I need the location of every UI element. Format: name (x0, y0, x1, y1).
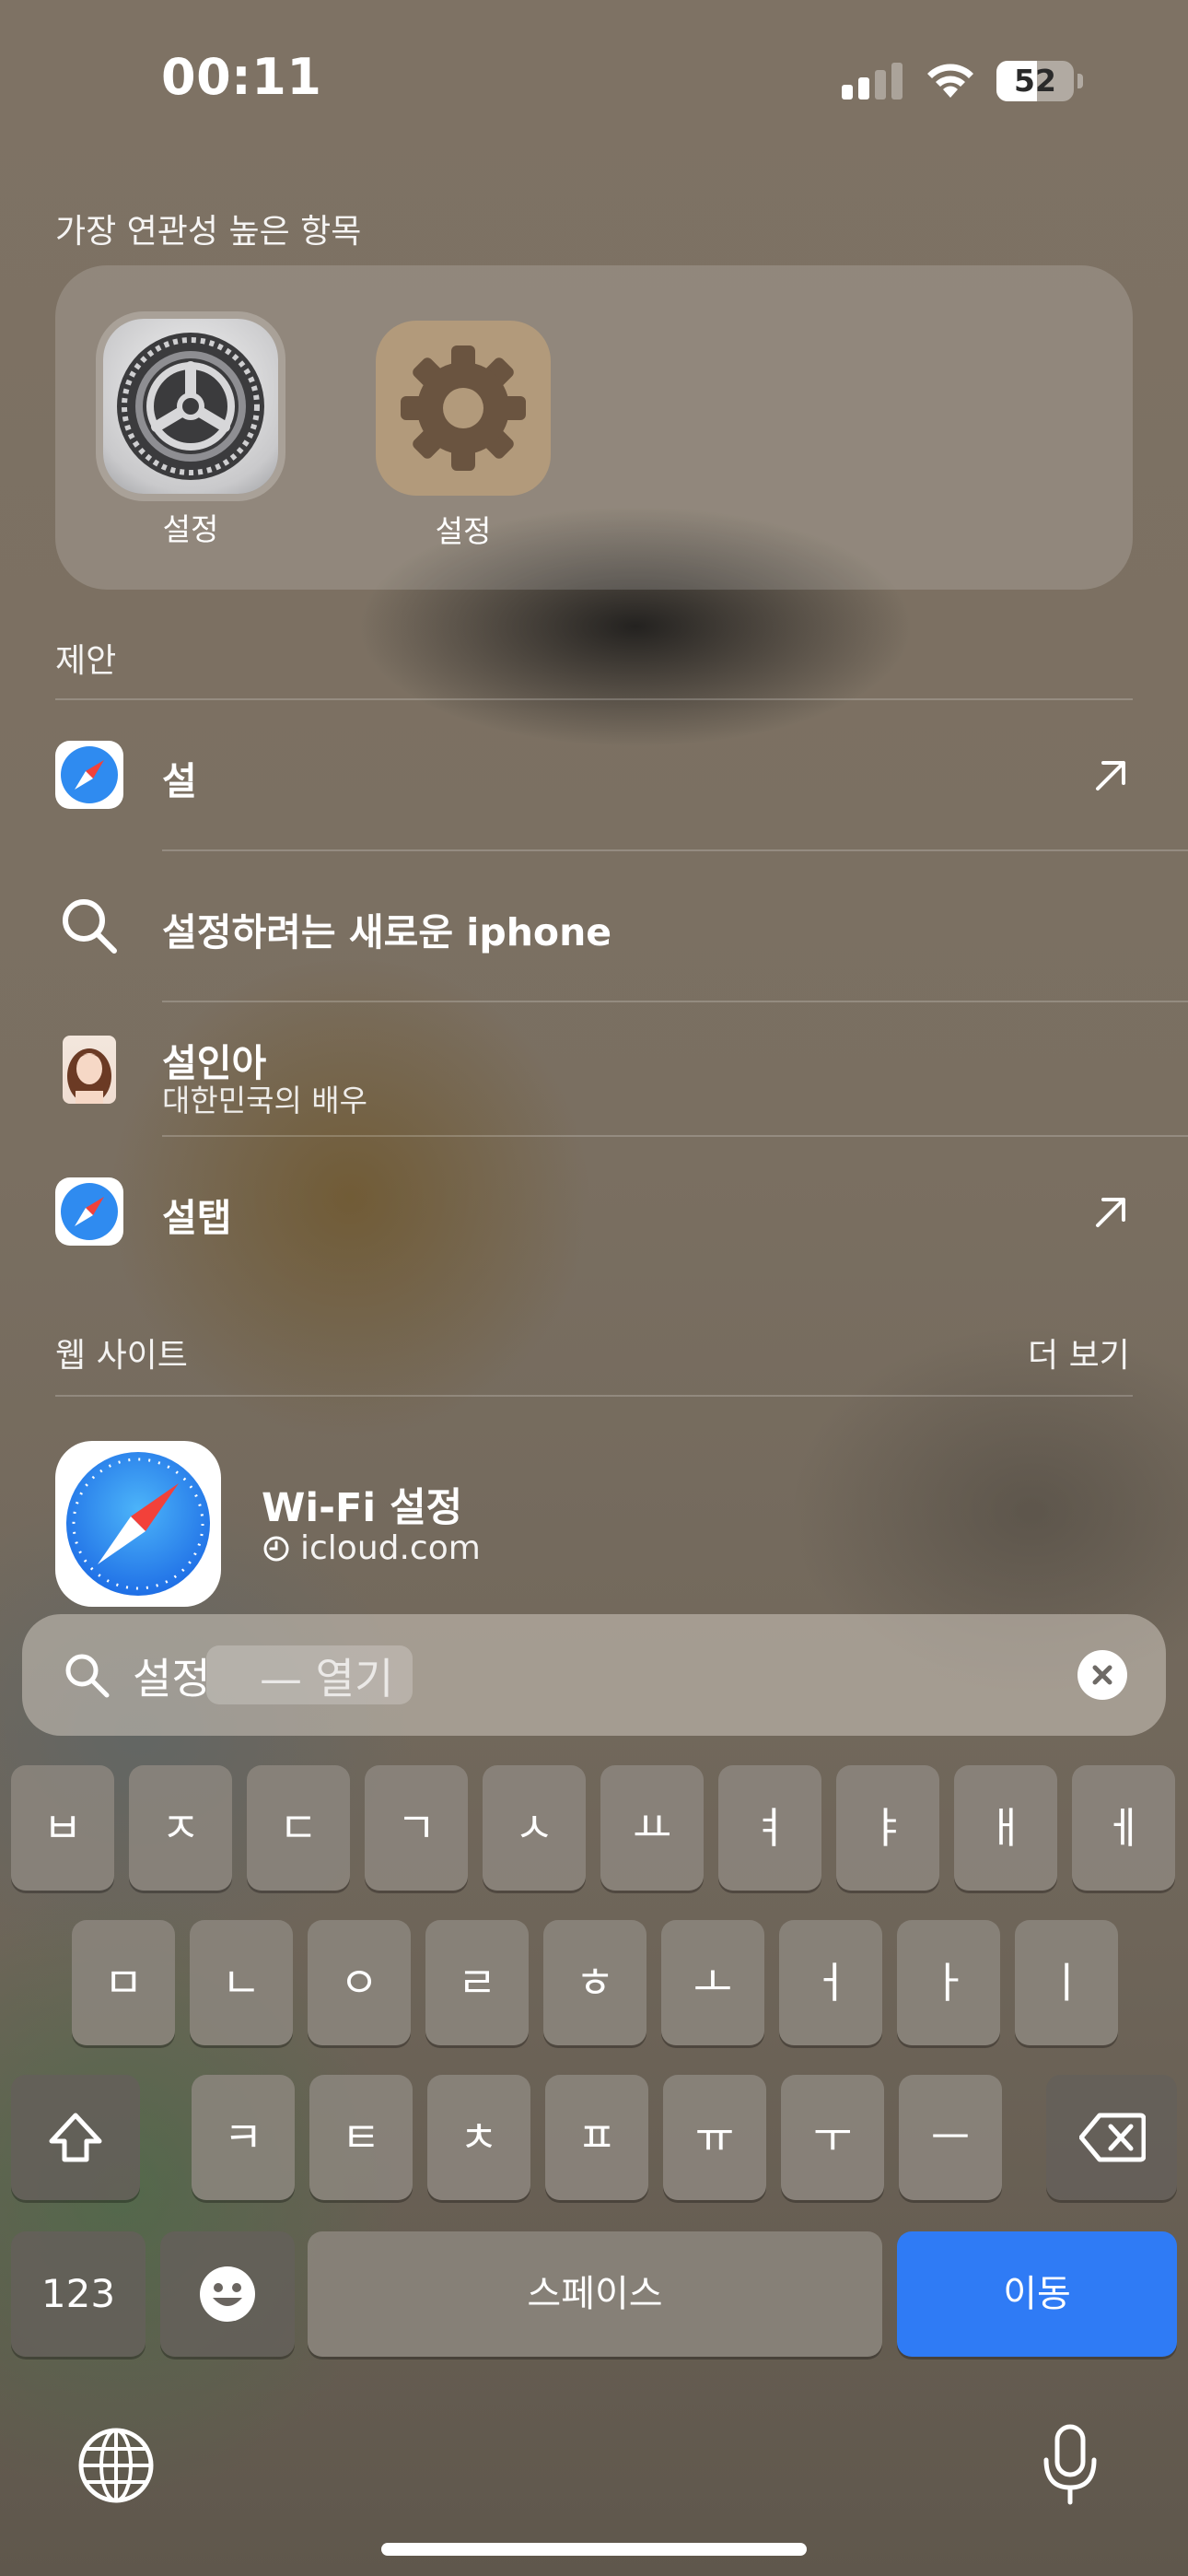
key-ㅕ[interactable]: ㅕ (718, 1765, 821, 1891)
key-ㅋ[interactable]: ㅋ (192, 2075, 295, 2200)
website-title: Wi-Fi 설정 (262, 1485, 463, 1531)
suggestion-row[interactable]: 설탭 (55, 1177, 1133, 1246)
key-ㅔ[interactable]: ㅔ (1072, 1765, 1175, 1891)
gear-icon (376, 321, 551, 496)
battery-percentage: 52 (1014, 63, 1056, 99)
key-ㄹ[interactable]: ㄹ (425, 1920, 529, 2045)
divider (55, 698, 1133, 700)
key-ㅐ[interactable]: ㅐ (954, 1765, 1057, 1891)
divider (55, 1395, 1133, 1397)
app-label: 설정 (435, 513, 492, 549)
settings-gear-icon (103, 319, 278, 494)
key-ㅂ[interactable]: ㅂ (11, 1765, 114, 1891)
safari-icon (55, 1441, 221, 1607)
shift-key[interactable] (11, 2075, 140, 2200)
clear-icon[interactable] (1077, 1650, 1127, 1700)
home-indicator (381, 2543, 807, 2556)
key-ㅊ[interactable]: ㅊ (427, 2075, 530, 2200)
key-ㅁ[interactable]: ㅁ (72, 1920, 175, 2045)
safari-icon (55, 741, 123, 809)
cellular-signal-icon (842, 63, 903, 100)
suggestion-title: 설정하려는 새로운 iphone (162, 910, 612, 954)
suggestion-title: 설탭 (162, 1196, 232, 1240)
arrow-up-right-icon (1096, 1198, 1125, 1227)
search-bar[interactable]: 설정 — 열기 (22, 1614, 1166, 1736)
divider (162, 849, 1188, 851)
website-domain: icloud.com (300, 1529, 481, 1567)
top-hit-settings-app-alt[interactable]: 설정 (376, 321, 551, 551)
suggestion-subtitle: 대한민국의 배우 (162, 1083, 368, 1118)
wifi-icon (927, 64, 973, 98)
key-ㄱ[interactable]: ㄱ (365, 1765, 468, 1891)
website-result[interactable]: Wi-Fi 설정 icloud.com (55, 1441, 1133, 1607)
top-hits-heading: 가장 연관성 높은 항목 (55, 213, 362, 251)
search-icon (65, 1654, 110, 1698)
microphone-icon[interactable] (1041, 2423, 1100, 2506)
key-ㅅ[interactable]: ㅅ (483, 1765, 586, 1891)
search-input[interactable]: 설정 (133, 1645, 211, 1706)
websites-heading: 웹 사이트 (55, 1337, 188, 1375)
website-domain-line: icloud.com (262, 1529, 481, 1567)
shift-icon (49, 2113, 102, 2162)
open-hint: — 열기 (260, 1654, 394, 1704)
suggestion-title: 설 (162, 759, 197, 803)
safari-icon (55, 1177, 123, 1246)
key-ㅛ[interactable]: ㅛ (600, 1765, 704, 1891)
status-time: 00:11 (161, 48, 322, 106)
key-ㅈ[interactable]: ㅈ (129, 1765, 232, 1891)
battery-indicator: 52 (996, 61, 1083, 101)
key-ㅗ[interactable]: ㅗ (661, 1920, 764, 2045)
space-key[interactable]: 스페이스 (308, 2231, 882, 2357)
suggestion-row[interactable]: 설인아 대한민국의 배우 (55, 1032, 1133, 1118)
key-ㅏ[interactable]: ㅏ (897, 1920, 1000, 2045)
key-ㅎ[interactable]: ㅎ (543, 1920, 646, 2045)
divider (162, 1135, 1188, 1137)
key-ㅌ[interactable]: ㅌ (309, 2075, 413, 2200)
show-more-link[interactable]: 더 보기 (1028, 1329, 1130, 1376)
person-photo (63, 1036, 116, 1104)
clock-icon (263, 1536, 289, 1561)
suggestion-row[interactable]: 설 (55, 741, 1133, 809)
key-ㄴ[interactable]: ㄴ (190, 1920, 293, 2045)
arrow-up-right-icon (1096, 761, 1125, 790)
key-ㅍ[interactable]: ㅍ (545, 2075, 648, 2200)
suggestion-row[interactable]: 설정하려는 새로운 iphone (55, 892, 1133, 960)
key-ㅓ[interactable]: ㅓ (779, 1920, 882, 2045)
delete-key[interactable] (1046, 2075, 1177, 2200)
key-ㅣ[interactable]: ㅣ (1015, 1920, 1118, 2045)
key-ㅡ[interactable]: ㅡ (899, 2075, 1002, 2200)
delete-icon (1079, 2113, 1146, 2162)
emoji-key[interactable] (160, 2231, 295, 2357)
key-ㅇ[interactable]: ㅇ (308, 1920, 411, 2045)
divider (162, 1001, 1188, 1002)
app-label: 설정 (162, 511, 219, 547)
key-ㄷ[interactable]: ㄷ (247, 1765, 350, 1891)
search-icon (63, 899, 117, 954)
key-ㅑ[interactable]: ㅑ (836, 1765, 939, 1891)
top-hits-card: 설정 설정 (55, 265, 1133, 590)
go-key[interactable]: 이동 (897, 2231, 1177, 2357)
globe-icon[interactable] (77, 2427, 155, 2504)
numbers-key[interactable]: 123 (11, 2231, 146, 2357)
key-ㅜ[interactable]: ㅜ (781, 2075, 884, 2200)
key-ㅠ[interactable]: ㅠ (663, 2075, 766, 2200)
emoji-icon (200, 2266, 255, 2322)
top-hit-settings-app[interactable]: 설정 (103, 319, 278, 549)
suggestions-heading: 제안 (55, 642, 117, 680)
